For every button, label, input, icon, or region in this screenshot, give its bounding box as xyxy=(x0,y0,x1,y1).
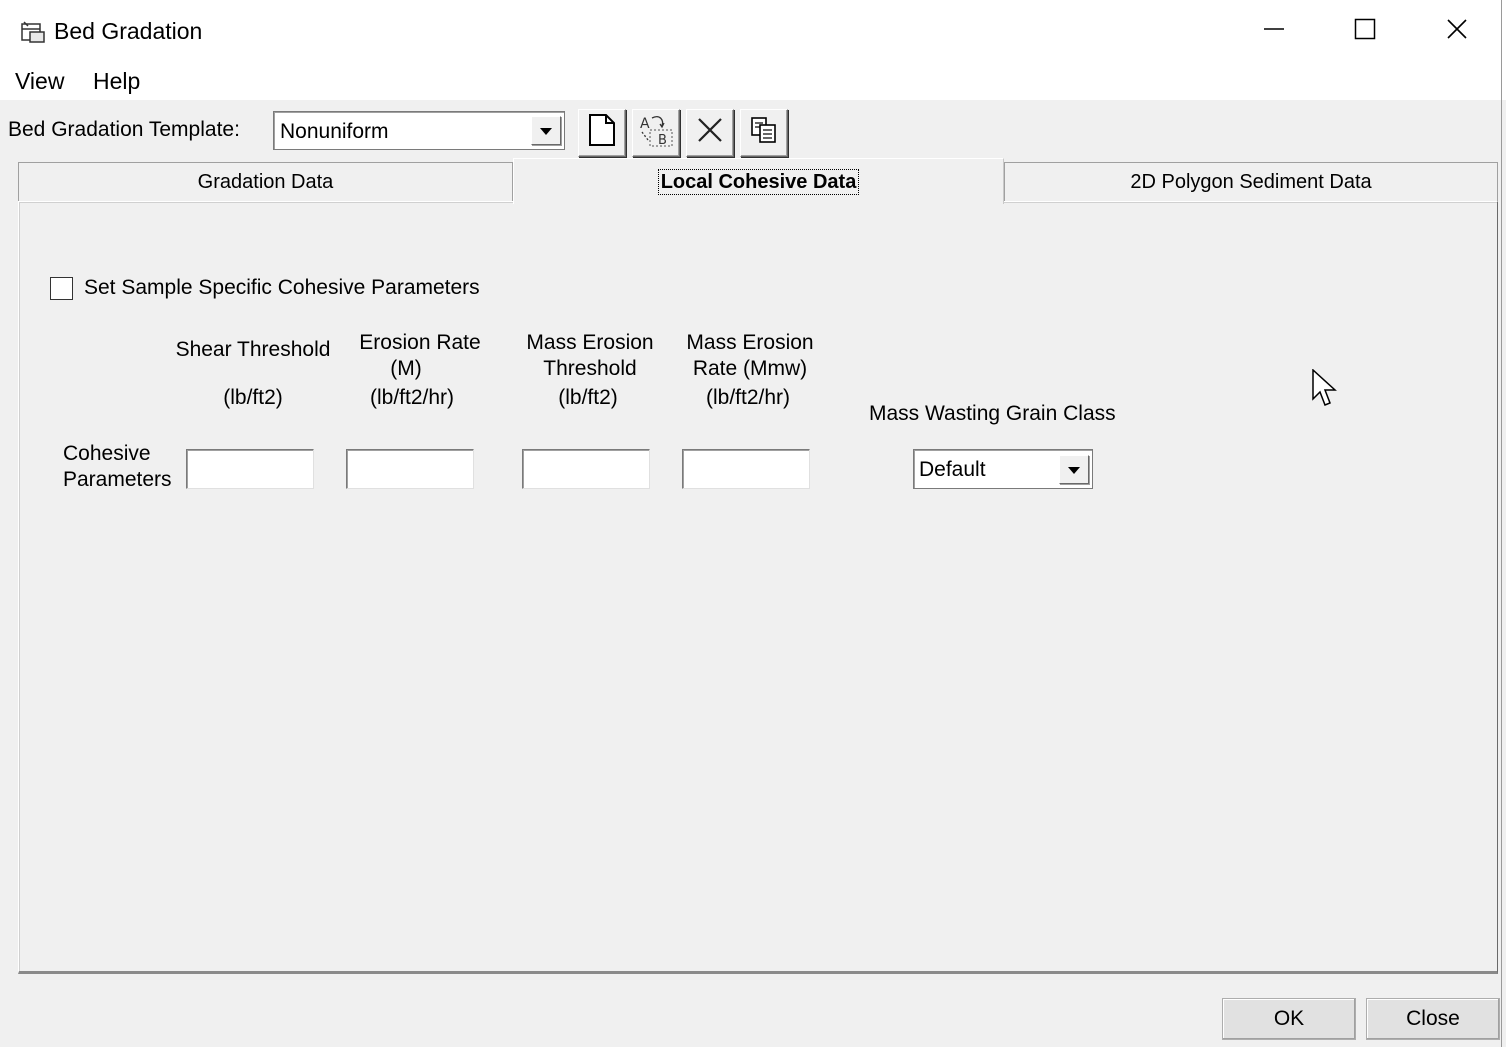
minimize-icon xyxy=(1263,18,1285,46)
erosion-rate-input[interactable] xyxy=(346,449,474,489)
grain-class-dropdown-button[interactable] xyxy=(1059,455,1089,484)
tab-label: 2D Polygon Sediment Data xyxy=(1130,171,1372,193)
menu-bar: View Help xyxy=(0,64,1506,100)
copy-template-button[interactable] xyxy=(740,109,788,157)
mass-erosion-rate-input[interactable] xyxy=(682,449,810,489)
mass-wasting-grain-class-select[interactable]: Default xyxy=(913,449,1093,489)
erosion-rate-title: Erosion Rate xyxy=(359,331,481,354)
mass-erosion-rate-header: Mass Erosion Rate (Mmw) xyxy=(670,330,830,382)
rename-ab-icon: A B xyxy=(638,112,674,154)
grain-class-select-value: Default xyxy=(919,458,986,481)
erosion-rate-unit: (lb/ft2/hr) xyxy=(369,386,455,409)
shear-threshold-unit: (lb/ft2) xyxy=(223,386,283,409)
rename-template-button[interactable]: A B xyxy=(632,109,680,157)
sample-specific-checkbox-label[interactable]: Set Sample Specific Cohesive Parameters xyxy=(84,276,480,300)
maximize-icon xyxy=(1354,18,1376,46)
tab-local-cohesive-data[interactable]: Local Cohesive Data xyxy=(513,158,1004,204)
row-label-line2: Parameters xyxy=(63,468,172,491)
tab-panel xyxy=(18,201,1498,974)
erosion-rate-header: Erosion Rate (M) xyxy=(340,330,500,382)
mouse-pointer-icon xyxy=(1312,368,1338,415)
row-label-line1: Cohesive xyxy=(63,442,151,465)
template-label: Bed Gradation Template: xyxy=(8,118,240,141)
mass-erosion-rate-subtitle: Rate (Mmw) xyxy=(692,357,808,380)
tab-gradation-data[interactable]: Gradation Data xyxy=(18,162,513,202)
template-dropdown-button[interactable] xyxy=(531,116,561,145)
new-template-button[interactable] xyxy=(578,109,626,157)
svg-text:B: B xyxy=(658,133,667,148)
delete-x-icon xyxy=(696,116,724,150)
erosion-rate-subtitle: (M) xyxy=(390,357,422,380)
new-document-icon xyxy=(587,113,617,153)
mass-erosion-rate-title: Mass Erosion xyxy=(686,331,814,354)
copy-icon xyxy=(749,115,779,151)
title-bar: Bed Gradation xyxy=(0,0,1506,64)
window-grid-icon xyxy=(20,20,46,44)
sample-specific-checkbox[interactable] xyxy=(50,277,73,300)
shear-threshold-input[interactable] xyxy=(186,449,314,489)
tab-label: Gradation Data xyxy=(197,171,334,193)
template-select[interactable]: Nonuniform xyxy=(273,111,565,150)
cohesive-parameters-row-label: Cohesive Parameters xyxy=(63,441,172,493)
menu-view[interactable]: View xyxy=(15,68,64,95)
mass-erosion-threshold-unit: (lb/ft2) xyxy=(558,386,618,409)
ok-button[interactable]: OK xyxy=(1222,998,1356,1040)
mass-erosion-threshold-input[interactable] xyxy=(522,449,650,489)
chevron-down-icon xyxy=(540,128,552,135)
template-select-value: Nonuniform xyxy=(280,120,389,143)
mass-erosion-threshold-header: Mass Erosion Threshold xyxy=(510,330,670,382)
mass-wasting-grain-class-header: Mass Wasting Grain Class xyxy=(869,402,1116,425)
svg-text:A: A xyxy=(640,116,650,132)
close-button[interactable]: Close xyxy=(1366,998,1500,1040)
mass-erosion-threshold-subtitle: Threshold xyxy=(543,357,637,380)
delete-template-button[interactable] xyxy=(686,109,734,157)
window-right-edge xyxy=(1501,0,1502,1047)
menu-help[interactable]: Help xyxy=(93,68,140,95)
mass-erosion-threshold-title: Mass Erosion xyxy=(526,331,654,354)
close-window-button[interactable] xyxy=(1411,0,1503,64)
tab-label: Local Cohesive Data xyxy=(657,168,860,195)
minimize-button[interactable] xyxy=(1228,0,1320,64)
tab-2d-polygon-sediment-data[interactable]: 2D Polygon Sediment Data xyxy=(1004,162,1498,202)
chevron-down-icon xyxy=(1068,467,1080,474)
maximize-button[interactable] xyxy=(1319,0,1411,64)
window-title: Bed Gradation xyxy=(54,18,203,44)
mass-erosion-rate-unit: (lb/ft2/hr) xyxy=(705,386,791,409)
close-icon xyxy=(1446,18,1468,46)
